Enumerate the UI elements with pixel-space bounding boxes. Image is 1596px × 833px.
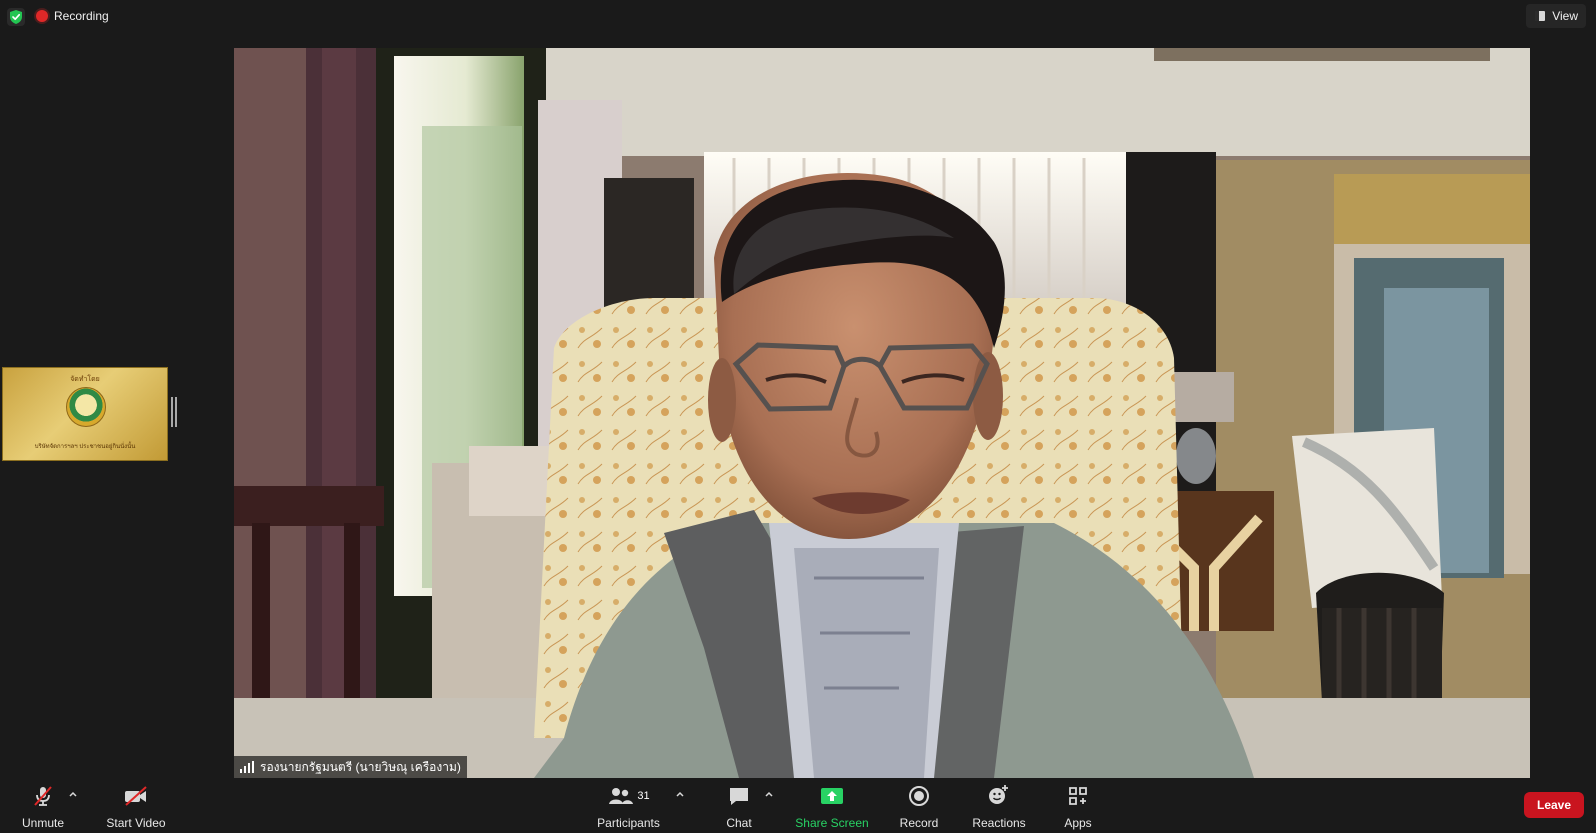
record-label: Record: [899, 816, 939, 830]
reactions-button[interactable]: Reactions: [969, 784, 1029, 830]
view-button[interactable]: View: [1526, 4, 1586, 28]
apps-icon: [1066, 784, 1090, 808]
share-screen-button[interactable]: Share Screen: [792, 784, 872, 830]
view-label: View: [1552, 9, 1578, 23]
unmute-button[interactable]: Unmute: [18, 784, 68, 830]
security-shield-icon[interactable]: [7, 8, 25, 26]
apps-label: Apps: [1064, 816, 1092, 830]
participant-thumbnail[interactable]: จัดทำโดย บริษัทจัดการฯลฯ ประชาชนอยู่กินน…: [2, 367, 168, 461]
participant-name: รองนายกรัฐมนตรี (นายวิษณุ เครืองาม): [260, 759, 461, 774]
recording-label: Recording: [54, 9, 109, 23]
audio-options-chevron-up-icon[interactable]: [67, 788, 79, 800]
start-video-label: Start Video: [106, 816, 166, 830]
share-screen-icon: [819, 784, 845, 808]
panel-resize-handle[interactable]: [171, 397, 177, 427]
apps-button[interactable]: Apps: [1060, 784, 1096, 830]
participants-options-chevron-up-icon[interactable]: [674, 788, 686, 800]
video-off-icon: [123, 784, 149, 808]
chat-bubble-icon: [727, 784, 751, 808]
muted-microphone-icon: [31, 784, 55, 808]
chat-options-chevron-up-icon[interactable]: [763, 788, 775, 800]
recording-indicator[interactable]: Recording: [36, 6, 109, 26]
speaker-video-frame: [234, 48, 1530, 778]
emblem-logo: [66, 387, 106, 427]
chat-label: Chat: [726, 816, 752, 830]
speaker-video[interactable]: รองนายกรัฐมนตรี (นายวิษณุ เครืองาม): [234, 48, 1530, 778]
participants-label: Participants: [597, 816, 660, 830]
reactions-smiley-icon: [986, 784, 1012, 808]
chat-button[interactable]: Chat: [719, 784, 759, 830]
participants-icon: 31: [607, 784, 650, 808]
participants-button[interactable]: 31 Participants: [591, 784, 666, 830]
share-screen-label: Share Screen: [795, 816, 869, 830]
meeting-controls-toolbar: Unmute Start Video 31 Participants Chat …: [0, 780, 1596, 833]
recording-dot-icon: [36, 10, 48, 22]
participant-name-tag: รองนายกรัฐมนตรี (นายวิษณุ เครืองาม): [234, 756, 467, 778]
signal-bars-icon: [240, 761, 254, 773]
leave-button[interactable]: Leave: [1524, 792, 1584, 818]
participants-count: 31: [637, 790, 650, 802]
reactions-label: Reactions: [972, 816, 1026, 830]
zoom-meeting-window: Recording View จัดทำโดย บริษัทจัดการฯลฯ …: [0, 0, 1596, 833]
record-icon: [907, 784, 931, 808]
record-button[interactable]: Record: [896, 784, 942, 830]
start-video-button[interactable]: Start Video: [101, 784, 171, 830]
view-icon: [1535, 11, 1546, 21]
top-bar: Recording View: [0, 0, 1596, 32]
unmute-label: Unmute: [21, 816, 65, 830]
thumbnail-top-text: จัดทำโดย: [70, 376, 100, 383]
thumbnail-bottom-text: บริษัทจัดการฯลฯ ประชาชนอยู่กินนั่งนั้น: [34, 444, 136, 450]
